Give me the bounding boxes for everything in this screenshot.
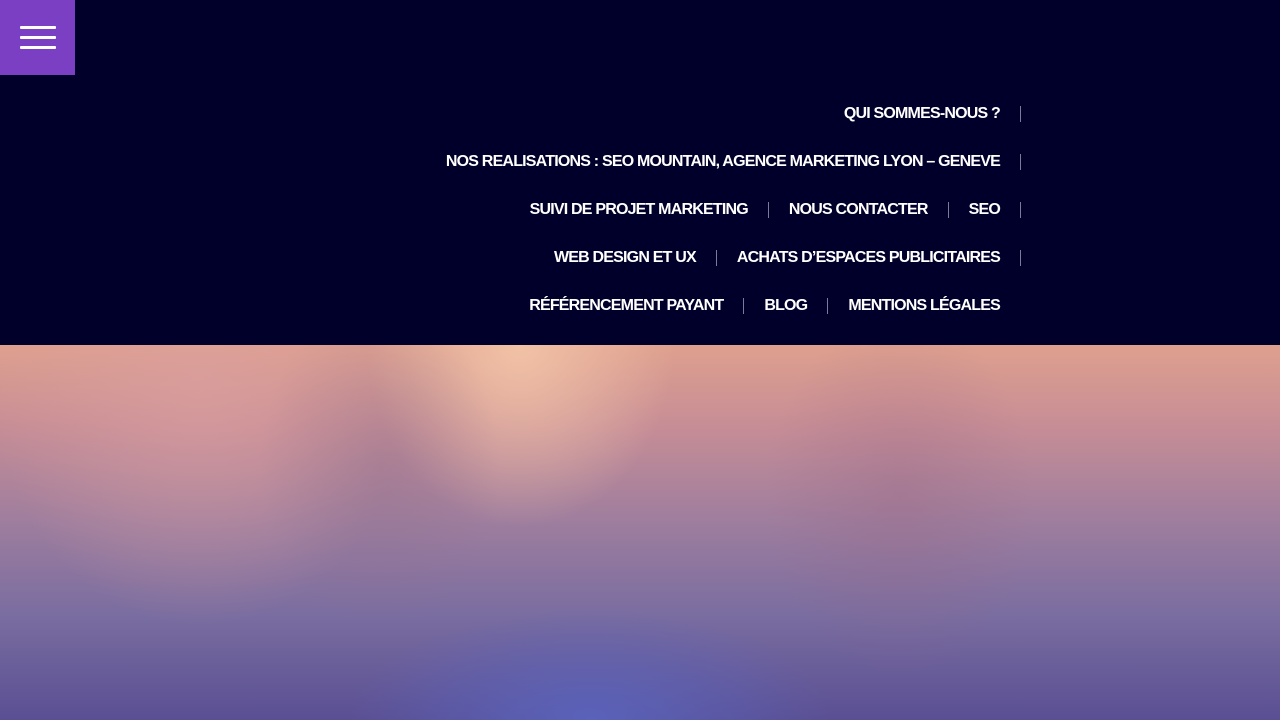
nav-link-seo[interactable]: SEO [969,201,1001,219]
nav-link-mentions-legales[interactable]: MENTIONS LÉGALES [848,297,1000,315]
nav-item-suivi-de-projet-marketing: SUIVI DE PROJET MARKETING [530,186,749,234]
nav-item-nos-realisations: NOS REALISATIONS : SEO MOUNTAIN, AGENCE … [446,138,1001,186]
hamburger-menu-icon-bar [19,46,56,49]
main-navigation-panel: QUI SOMMES-NOUS ? NOS REALISATIONS : SEO … [0,0,1280,345]
nav-link-achats-espaces-publicitaires[interactable]: ACHATS D’ESPACES PUBLICITAIRES [737,249,1001,267]
nav-item-blog: BLOG [764,282,808,330]
nav-separator [767,202,769,218]
nav-link-web-design-et-ux[interactable]: WEB DESIGN ET UX [554,249,697,267]
nav-separator [1020,154,1021,170]
nav-link-qui-sommes-nous[interactable]: QUI SOMMES-NOUS ? [844,105,1001,123]
navigation-menu: QUI SOMMES-NOUS ? NOS REALISATIONS : SEO … [446,90,1021,330]
nav-separator [1020,106,1021,122]
nav-row: QUI SOMMES-NOUS ? [844,90,1021,138]
nav-item-nous-contacter: NOUS CONTACTER [789,186,929,234]
nav-item-mentions-legales: MENTIONS LÉGALES [848,282,1000,330]
nav-separator [715,250,717,266]
nav-item-web-design-et-ux: WEB DESIGN ET UX [554,234,697,282]
nav-row: RÉFÉRENCEMENT PAYANT BLOG MENTIONS LÉGALES [529,282,1001,330]
nav-link-blog[interactable]: BLOG [764,297,808,315]
nav-item-qui-sommes-nous: QUI SOMMES-NOUS ? [844,90,1001,138]
nav-item-achats-espaces-publicitaires: ACHATS D’ESPACES PUBLICITAIRES [737,234,1001,282]
nav-link-nos-realisations[interactable]: NOS REALISATIONS : SEO MOUNTAIN, AGENCE … [446,153,1001,171]
nav-item-seo: SEO [969,186,1001,234]
nav-row: NOS REALISATIONS : SEO MOUNTAIN, AGENCE … [446,138,1021,186]
nav-link-nous-contacter[interactable]: NOUS CONTACTER [789,201,929,219]
page: QUI SOMMES-NOUS ? NOS REALISATIONS : SEO … [0,0,1280,720]
nav-row: SUIVI DE PROJET MARKETING NOUS CONTACTER S… [530,186,1021,234]
hamburger-menu-icon [19,26,56,29]
nav-separator [947,202,949,218]
hamburger-menu-icon-bar [19,36,56,39]
nav-link-suivi-de-projet-marketing[interactable]: SUIVI DE PROJET MARKETING [530,201,749,219]
nav-item-referencement-payant: RÉFÉRENCEMENT PAYANT [529,282,724,330]
hero-mountain-haze [0,345,1280,720]
hero-background-image [0,345,1280,720]
hamburger-menu-button[interactable] [0,0,75,75]
nav-separator [1020,250,1021,266]
nav-separator [1020,202,1021,218]
nav-separator [827,298,829,314]
nav-separator [743,298,745,314]
nav-row: WEB DESIGN ET UX ACHATS D’ESPACES PUBLICI… [554,234,1021,282]
nav-link-referencement-payant[interactable]: RÉFÉRENCEMENT PAYANT [529,297,724,315]
